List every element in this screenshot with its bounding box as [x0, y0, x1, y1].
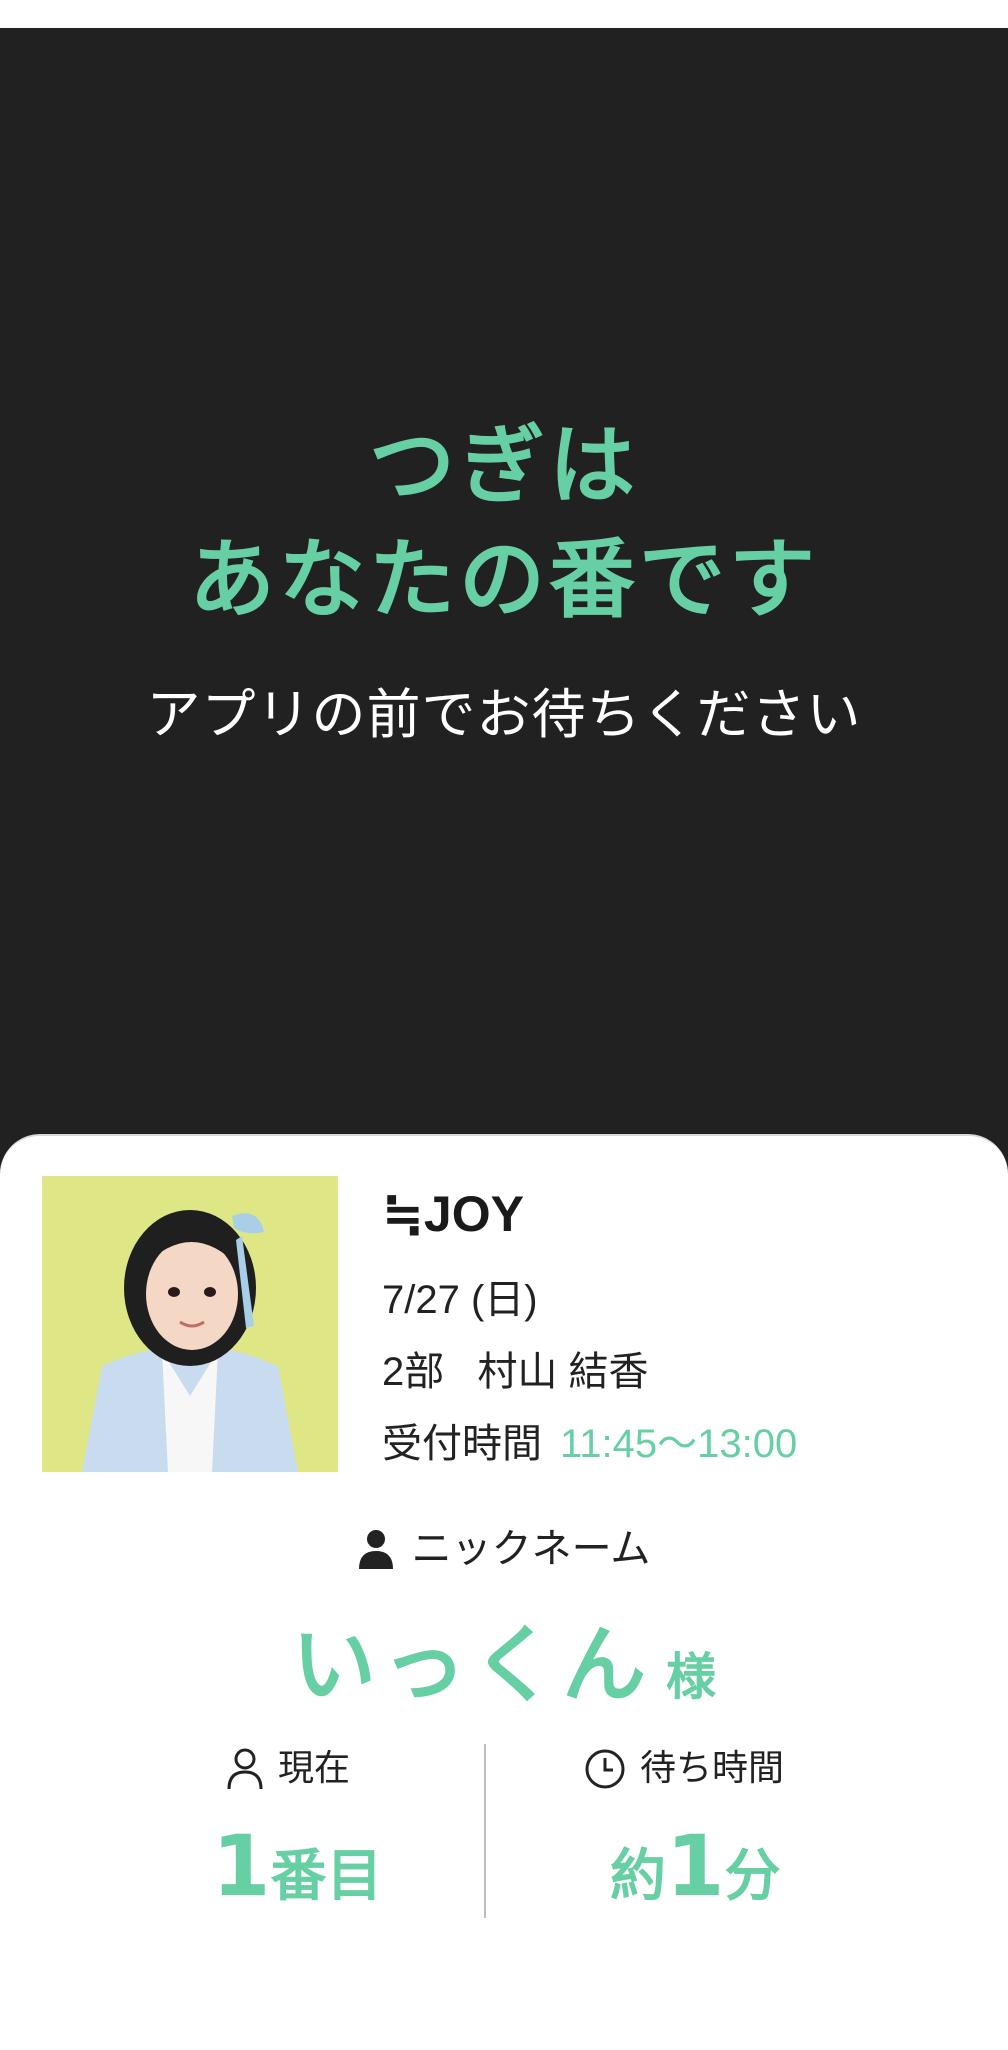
wait-time-value: 約1分 — [610, 1818, 780, 1938]
next-turn-title-line2: あなたの番です — [189, 530, 819, 630]
session-member-line: 2部 村山 結香 — [382, 1346, 649, 1398]
clock-icon — [585, 1749, 625, 1789]
next-turn-title-line1: つぎは — [369, 416, 639, 516]
group-name: ≒JOY — [382, 1186, 524, 1242]
wait-instruction: アプリの前でお待ちください — [146, 683, 862, 746]
wait-time-label-row: 待ち時間 — [584, 1740, 784, 1797]
event-date: 7/27 (日) — [382, 1278, 538, 1322]
wait-time-prefix: 約 — [610, 1844, 666, 1909]
current-position-value: 1番目 — [212, 1818, 382, 1938]
person-solid-icon — [358, 1530, 393, 1569]
wait-time-label: 待ち時間 — [640, 1748, 785, 1789]
status-divider — [484, 1744, 486, 1918]
current-position-unit: 番目 — [270, 1844, 383, 1909]
wait-time-number: 1 — [666, 1817, 725, 1915]
reception-label: 受付時間 — [382, 1422, 542, 1466]
session-label: 2部 — [382, 1350, 445, 1394]
reception-time: 11:45〜13:00 — [560, 1422, 798, 1466]
nickname-label: ニックネーム — [411, 1526, 651, 1572]
current-position-number: 1 — [212, 1817, 271, 1915]
person-outline-icon — [227, 1748, 263, 1790]
nickname-suffix: 様 — [666, 1648, 716, 1706]
member-name: 村山 結香 — [477, 1350, 649, 1394]
top-strip — [0, 0, 1008, 28]
member-photo-illustration — [42, 1176, 338, 1472]
nickname-label-row: ニックネーム — [0, 1520, 1008, 1576]
current-position-label: 現在 — [278, 1748, 351, 1789]
member-photo — [42, 1176, 338, 1472]
current-position-label-row: 現在 — [226, 1740, 350, 1797]
wait-time-unit: 分 — [724, 1844, 781, 1909]
nickname-row: いっくん様 — [0, 1598, 1008, 1719]
reception-line: 受付時間 11:45〜13:00 — [382, 1418, 797, 1470]
nickname-value: いっくん — [291, 1616, 652, 1714]
